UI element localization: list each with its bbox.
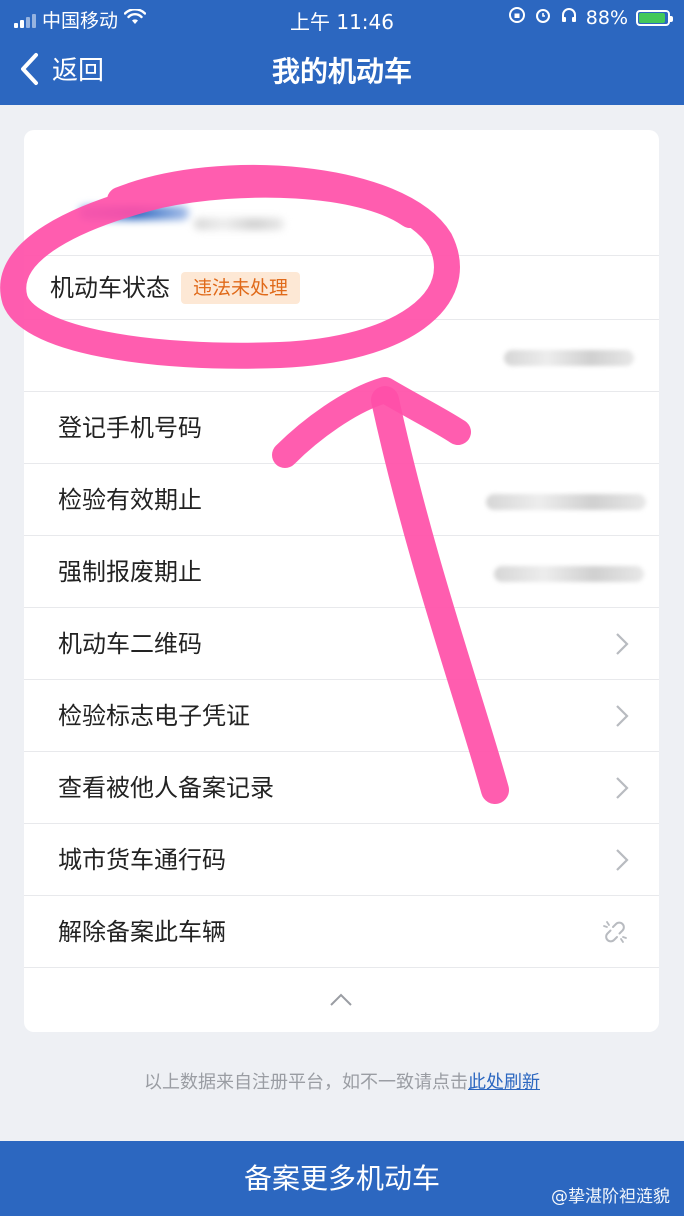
row-unbind-vehicle[interactable]: 解除备案此车辆 [24,896,659,968]
row-inspection-expiry-label: 检验有效期止 [58,486,202,514]
unlink-icon [603,921,627,943]
watermark: @挚湛阶袒涟貌 [551,1187,670,1207]
row-unbind-vehicle-label: 解除备案此车辆 [58,918,226,946]
row-filing-records-label: 查看被他人备案记录 [58,774,274,802]
row-inspection-certificate-label: 检验标志电子凭证 [58,702,250,730]
refresh-link[interactable]: 此处刷新 [468,1072,540,1093]
rotation-lock-icon [508,6,526,29]
chevron-up-icon [330,993,352,1006]
chevron-right-icon [616,705,629,727]
plate-type-redacted [194,218,284,230]
chevron-right-icon [616,633,629,655]
vehicle-status-label: 机动车状态 [50,274,170,302]
owner-value-redacted [504,350,634,366]
status-badge: 违法未处理 [181,272,301,304]
collapse-toggle[interactable] [24,975,659,1032]
vehicle-info-card: 机动车状态 违法未处理 登记手机号码 检验有效期止 强制报废期止 机动车二维码 … [24,130,659,1032]
status-right: 88% [508,6,673,29]
plate-number-redacted [79,206,189,220]
row-truck-pass-label: 城市货车通行码 [58,846,226,874]
row-qr-code-label: 机动车二维码 [58,630,202,658]
headphones-icon [560,6,578,29]
row-filing-records[interactable]: 查看被他人备案记录 [24,752,659,824]
row-truck-pass[interactable]: 城市货车通行码 [24,824,659,896]
chevron-right-icon [616,777,629,799]
nav-bar: 返回 我的机动车 [0,36,684,105]
inspection-date-redacted [486,494,646,510]
row-qr-code[interactable]: 机动车二维码 [24,608,659,680]
status-bar: 中国移动 上午 11:46 88% [0,0,684,36]
data-source-note: 以上数据来自注册平台，如不一致请点击此处刷新 [0,1068,684,1094]
row-scrap-deadline: 强制报废期止 [24,536,659,608]
vehicle-status-row: 机动车状态 违法未处理 [24,256,659,320]
scrap-date-redacted [494,566,644,582]
data-source-text: 以上数据来自注册平台，如不一致请点击 [144,1072,468,1093]
battery-icon [636,9,673,26]
row-inspection-certificate[interactable]: 检验标志电子凭证 [24,680,659,752]
chevron-right-icon [616,849,629,871]
battery-percent: 88% [585,6,628,29]
alarm-icon [534,6,552,29]
top-bar: 中国移动 上午 11:46 88% 返回 我的机动车 [0,0,684,105]
owner-name-row [24,320,659,392]
row-scrap-deadline-label: 强制报废期止 [58,558,202,586]
row-phone-label: 登记手机号码 [58,414,202,442]
row-inspection-expiry: 检验有效期止 [24,464,659,536]
page-title: 我的机动车 [271,55,412,88]
plate-number-row[interactable] [24,130,659,256]
row-phone[interactable]: 登记手机号码 [24,392,659,464]
